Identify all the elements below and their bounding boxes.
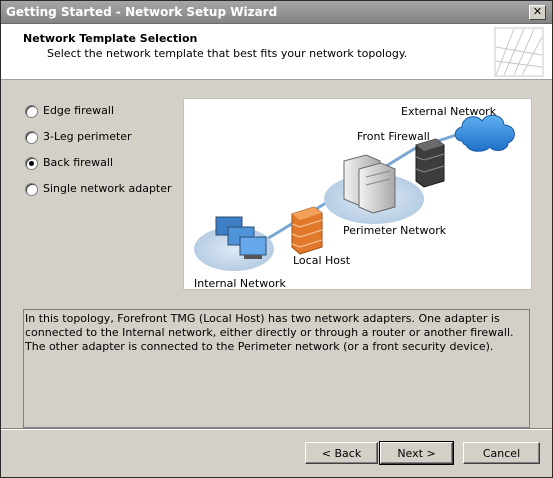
template-options: Edge firewall 3-Leg perimeter Back firew… xyxy=(25,104,172,208)
label-external-network: External Network xyxy=(401,105,497,118)
close-icon: ✕ xyxy=(532,5,543,18)
page-subtitle: Select the network template that best fi… xyxy=(47,47,408,60)
radio-edge-firewall[interactable] xyxy=(25,105,38,118)
label-internal-network: Internal Network xyxy=(194,277,286,290)
label-local-host: Local Host xyxy=(293,254,351,267)
topology-diagram: External Network Front Firewall Perimete… xyxy=(183,98,532,290)
label-front-firewall: Front Firewall xyxy=(357,130,430,143)
footer-divider-highlight xyxy=(1,429,552,430)
option-label: Single network adapter xyxy=(43,182,172,195)
page-title: Network Template Selection xyxy=(23,32,198,45)
option-edge-firewall[interactable]: Edge firewall xyxy=(25,104,172,130)
description-box: In this topology, Forefront TMG (Local H… xyxy=(23,309,530,428)
wizard-logo-icon xyxy=(494,27,544,77)
cancel-button[interactable]: Cancel xyxy=(463,442,540,464)
radio-back-firewall[interactable] xyxy=(25,157,38,170)
wizard-header: Network Template Selection Select the ne… xyxy=(1,24,552,80)
cloud-icon xyxy=(454,114,515,152)
wizard-window: Getting Started - Network Setup Wizard ✕… xyxy=(0,0,553,478)
title-bar[interactable]: Getting Started - Network Setup Wizard ✕ xyxy=(1,1,552,24)
option-back-firewall[interactable]: Back firewall xyxy=(25,156,172,182)
firewall-dark-icon xyxy=(415,138,445,188)
option-label: Edge firewall xyxy=(43,104,115,117)
radio-single-network-adapter[interactable] xyxy=(25,183,38,196)
radio-3-leg-perimeter[interactable] xyxy=(25,131,38,144)
close-button[interactable]: ✕ xyxy=(529,5,546,20)
description-text: In this topology, Forefront TMG (Local H… xyxy=(25,312,514,353)
label-perimeter-network: Perimeter Network xyxy=(343,224,447,237)
option-label: 3-Leg perimeter xyxy=(43,130,132,143)
firewall-brick-icon xyxy=(291,206,323,255)
option-single-network-adapter[interactable]: Single network adapter xyxy=(25,182,172,208)
option-label: Back firewall xyxy=(43,156,114,169)
next-button[interactable]: Next > xyxy=(379,441,454,465)
window-title: Getting Started - Network Setup Wizard xyxy=(6,5,278,19)
option-3-leg-perimeter[interactable]: 3-Leg perimeter xyxy=(25,130,172,156)
back-button[interactable]: < Back xyxy=(305,442,378,464)
